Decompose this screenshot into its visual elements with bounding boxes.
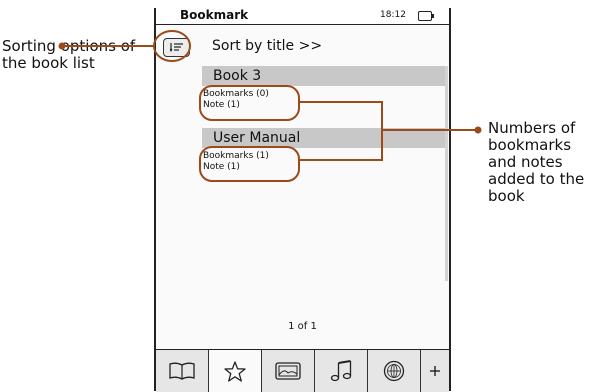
sort-by-title-link[interactable]: Sort by title >>	[212, 38, 322, 55]
star-icon	[224, 360, 246, 382]
note-count: Note (1)	[203, 100, 240, 110]
book-title: User Manual	[213, 130, 301, 146]
battery-icon	[418, 11, 434, 21]
book-item-header[interactable]: Book 3	[202, 66, 447, 86]
screen-title: Bookmark	[180, 8, 249, 22]
status-bar: Bookmark 18:12	[156, 8, 449, 25]
bookmark-count: Bookmarks (1)	[203, 151, 269, 161]
page-indicator: 1 of 1	[288, 321, 317, 332]
scrollbar[interactable]	[445, 66, 448, 281]
tab-web[interactable]	[368, 350, 421, 392]
tab-more[interactable]	[421, 350, 449, 392]
book-title: Book 3	[213, 68, 262, 84]
note-count: Note (1)	[203, 162, 240, 172]
tab-bookmarks[interactable]	[209, 350, 262, 392]
globe-icon	[383, 360, 405, 382]
annotation-counts: Numbers of bookmarks and notes added to …	[488, 119, 585, 205]
bookmark-count: Bookmarks (0)	[203, 89, 269, 99]
annotation-sorting: Sorting options of the book list	[2, 37, 136, 72]
clock: 18:12	[380, 10, 406, 20]
book-icon	[169, 362, 195, 380]
sort-button[interactable]	[163, 38, 190, 57]
ereader-screen: Bookmark 18:12 Sort by title >> Book 3 B…	[154, 8, 451, 392]
book-item-header[interactable]: User Manual	[202, 128, 447, 148]
music-note-icon	[330, 360, 352, 382]
tab-bar	[156, 349, 449, 392]
tab-pictures[interactable]	[262, 350, 315, 392]
plus-icon	[430, 366, 440, 376]
count-callout-dot	[474, 126, 482, 134]
tab-library[interactable]	[156, 350, 209, 392]
tab-music[interactable]	[315, 350, 368, 392]
sort-list-icon	[169, 43, 183, 53]
picture-icon	[275, 362, 301, 380]
